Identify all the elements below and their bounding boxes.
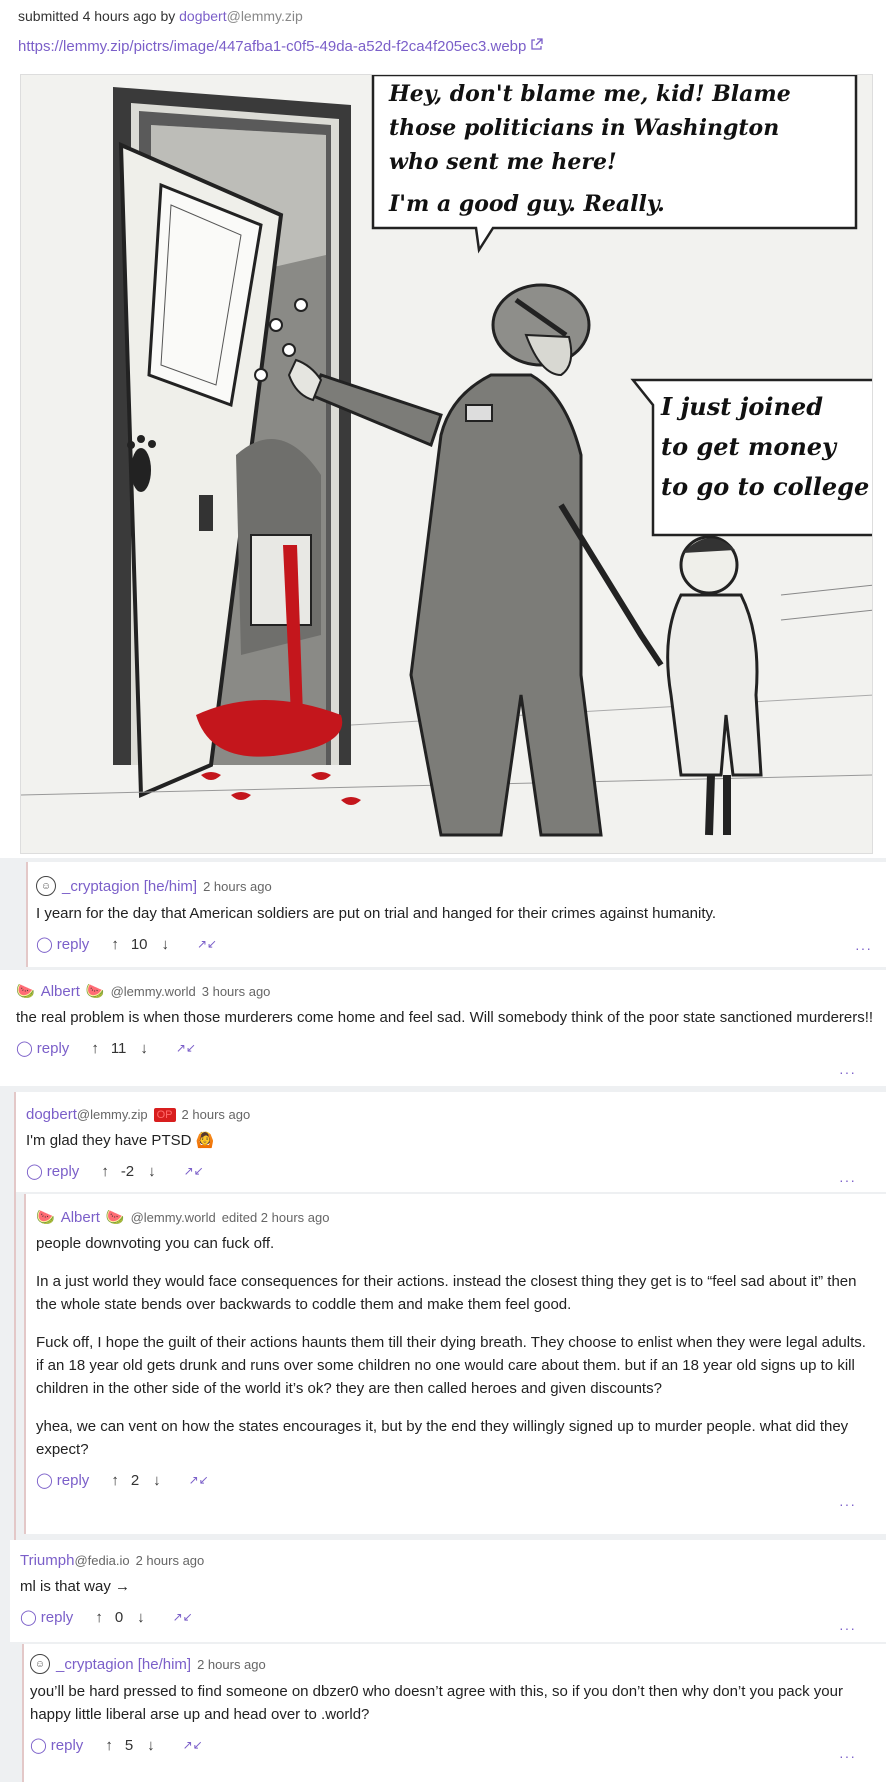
collapse-icon[interactable]: ↗↙	[173, 1610, 193, 1624]
more-icon[interactable]: ···	[839, 1496, 856, 1512]
comment-instance: @lemmy.zip	[76, 1107, 148, 1122]
reply-button[interactable]: ◯ reply	[36, 1471, 89, 1490]
collapse-icon[interactable]: ↗↙	[184, 1164, 204, 1178]
downvote-icon[interactable]: ↓	[147, 1737, 155, 1754]
upvote-icon[interactable]: ↑	[111, 1472, 119, 1489]
comment-author[interactable]: _cryptagion [he/him]	[56, 1656, 191, 1673]
reply-icon: ◯	[16, 1040, 33, 1057]
comment-text: ml is that way →	[20, 1578, 131, 1595]
comment-author[interactable]: _cryptagion [he/him]	[62, 878, 197, 895]
comment-time: 3 hours ago	[201, 983, 271, 999]
more-icon[interactable]: ···	[839, 1620, 856, 1636]
comment-text: I yearn for the day that American soldie…	[36, 905, 717, 922]
comment-score: 0	[114, 1608, 124, 1626]
more-icon[interactable]: ···	[839, 1064, 856, 1080]
comment-author[interactable]: Albert	[41, 983, 80, 1000]
reply-icon: ◯	[20, 1609, 37, 1626]
comment-score: 10	[130, 935, 148, 953]
reply-button[interactable]: ◯ reply	[30, 1736, 83, 1755]
upvote-icon[interactable]: ↑	[105, 1737, 113, 1754]
submitted-label: submitted	[18, 8, 79, 24]
bubble1-line3: who sent me here!	[389, 149, 617, 175]
collapse-icon[interactable]: ↗↙	[189, 1473, 209, 1487]
more-icon[interactable]: ···	[839, 1748, 856, 1764]
upvote-icon[interactable]: ↑	[95, 1609, 103, 1626]
post-meta: submitted 4 hours ago by dogbert@lemmy.z…	[18, 8, 303, 24]
comment: 🍉 Albert 🍉 @lemmy.world 3 hours ago the r…	[0, 970, 886, 1086]
comment-instance: @fedia.io	[74, 1553, 130, 1568]
comment-author[interactable]: Triumph	[20, 1552, 74, 1569]
downvote-icon[interactable]: ↓	[153, 1472, 161, 1489]
op-badge: OP	[153, 1107, 176, 1122]
comment-time: 2 hours ago	[135, 1553, 205, 1568]
reply-button[interactable]: ◯ reply	[20, 1608, 73, 1627]
bubble2-line2: to get money	[661, 432, 838, 461]
bubble2-line3: to go to college	[661, 472, 869, 501]
reply-icon: ◯	[30, 1737, 47, 1754]
cartoon-illustration: Hey, don't blame me, kid! Blame those po…	[21, 75, 872, 853]
reply-icon: ◯	[36, 936, 53, 953]
comment-time: 2 hours ago	[203, 878, 272, 894]
reply-icon: ◯	[36, 1472, 53, 1489]
bubble1-line1: Hey, don't blame me, kid! Blame	[388, 81, 791, 107]
upvote-icon[interactable]: ↑	[101, 1163, 109, 1180]
comment-author[interactable]: Albert	[61, 1209, 100, 1226]
bubble1-line4: I'm a good guy. Really.	[388, 191, 665, 217]
post-author[interactable]: dogbert@lemmy.zip	[179, 8, 303, 24]
watermelon-icon: 🍉	[36, 1209, 55, 1226]
upvote-icon[interactable]: ↑	[111, 936, 119, 953]
comment-time: 2 hours ago	[181, 1107, 251, 1122]
bubble2-line1: I just joined	[660, 392, 823, 421]
reply-icon: ◯	[26, 1163, 43, 1180]
comment-score: 2	[130, 1471, 140, 1489]
downvote-icon[interactable]: ↓	[137, 1609, 145, 1626]
collapse-icon[interactable]: ↗↙	[176, 1041, 196, 1055]
more-icon[interactable]: ···	[839, 1172, 856, 1188]
reply-button[interactable]: ◯ reply	[36, 935, 89, 954]
comment-text: people downvoting you can fuck off. In a…	[36, 1235, 866, 1458]
comment: dogbert @lemmy.zip OP 2 hours ago I'm gla…	[14, 1092, 886, 1552]
watermelon-icon: 🍉	[85, 983, 105, 1000]
collapse-icon[interactable]: ↗↙	[183, 1738, 203, 1752]
by-label: by	[160, 8, 176, 24]
comment-time: edited 2 hours ago	[221, 1209, 330, 1225]
post-time: 4 hours ago	[82, 8, 157, 24]
comment-text: you’ll be hard pressed to find someone o…	[30, 1683, 843, 1723]
comment-instance: @lemmy.world	[110, 983, 196, 999]
avatar-icon[interactable]: ☺	[36, 876, 56, 896]
comment-instance: @lemmy.world	[130, 1209, 216, 1225]
comment: Triumph @fedia.io 2 hours ago ml is that …	[10, 1540, 886, 1642]
comment-text: I'm glad they have PTSD 🙆	[26, 1132, 215, 1149]
post-image[interactable]: Hey, don't blame me, kid! Blame those po…	[20, 74, 873, 854]
comment-score: -2	[120, 1162, 135, 1180]
bubble1-line2: those politicians in Washington	[389, 115, 779, 141]
comment-score: 11	[110, 1039, 127, 1057]
external-link-icon	[530, 38, 544, 55]
downvote-icon[interactable]: ↓	[162, 936, 170, 953]
post-image-link[interactable]: https://lemmy.zip/pictrs/image/447afba1-…	[18, 38, 544, 55]
watermelon-icon: 🍉	[16, 983, 35, 1000]
comment-author[interactable]: dogbert	[26, 1106, 77, 1123]
upvote-icon[interactable]: ↑	[91, 1040, 99, 1057]
reply-button[interactable]: ◯ reply	[16, 1039, 69, 1058]
avatar-icon[interactable]: ☺	[30, 1654, 50, 1674]
comment: 🍉 Albert 🍉 @lemmy.world edited 2 hours ag…	[24, 1194, 886, 1534]
post-card: submitted 4 hours ago by dogbert@lemmy.z…	[0, 0, 886, 858]
comment: ☺ _cryptagion [he/him] 2 hours ago you’l…	[22, 1644, 886, 1782]
more-icon[interactable]: ···	[855, 940, 872, 956]
reply-button[interactable]: ◯ reply	[26, 1162, 79, 1181]
comment-score: 5	[124, 1736, 134, 1754]
downvote-icon[interactable]: ↓	[140, 1040, 148, 1057]
collapse-icon[interactable]: ↗↙	[197, 937, 217, 951]
comment-text: the real problem is when those murderers…	[16, 1009, 874, 1026]
watermelon-icon: 🍉	[105, 1209, 125, 1226]
comment: ☺ _cryptagion [he/him] 2 hours ago I yea…	[26, 862, 886, 967]
comment-time: 2 hours ago	[197, 1656, 266, 1672]
downvote-icon[interactable]: ↓	[148, 1163, 156, 1180]
